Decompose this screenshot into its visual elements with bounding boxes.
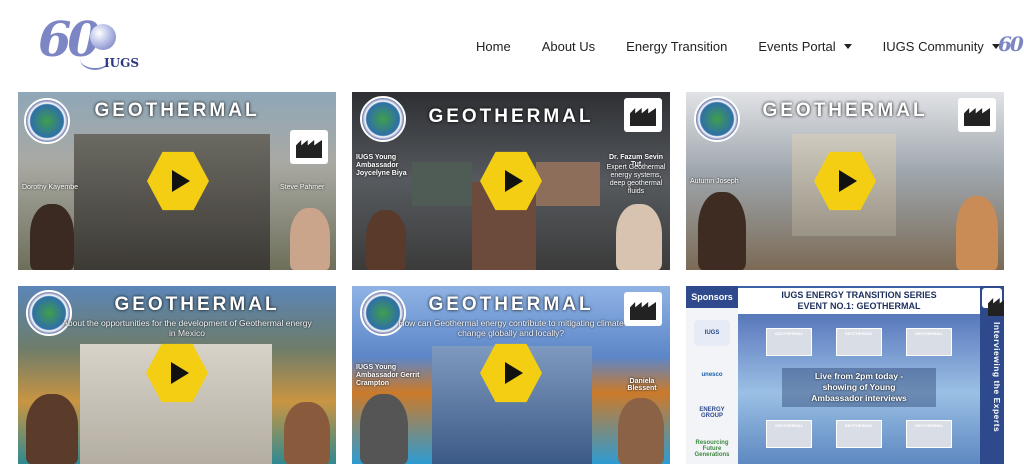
- video-card-2[interactable]: GEOTHERMAL IUGS Young Ambassador Joycely…: [352, 92, 670, 270]
- nav-iugs-community-label: IUGS Community: [882, 38, 984, 54]
- speaker-avatar: [26, 394, 78, 464]
- sponsors-column: Sponsors IUGS unesco ENERGY GROUP Resour…: [686, 286, 738, 464]
- video-card-5[interactable]: GEOTHERMAL How can Geothermal energy con…: [352, 286, 670, 464]
- speaker-name: Dorothy Kayembe: [22, 184, 79, 191]
- event-main-panel: IUGS ENERGY TRANSITION SERIES EVENT NO.1…: [738, 286, 980, 464]
- logo-iugs-text: IUGS: [104, 56, 139, 70]
- iugs-logo: IUGS: [694, 320, 730, 346]
- speaker-role: Expert Geothermal energy systems, deep g…: [606, 164, 666, 195]
- speaker-avatar: [30, 204, 74, 270]
- thumb-label: GEOTHERMAL: [844, 423, 874, 428]
- speaker-name: IUGS Young Ambassador Gerrit Crampton: [356, 364, 420, 387]
- sponsors-heading: Sponsors: [686, 286, 738, 308]
- event-title: IUGS ENERGY TRANSITION SERIES EVENT NO.1…: [738, 288, 980, 314]
- speaker-name: IUGS Young Ambassador Joycelyne Biya: [356, 154, 407, 177]
- resourcing-future-logo: Resourcing Future Generations: [694, 440, 730, 458]
- nav-about-us[interactable]: About Us: [542, 39, 595, 54]
- factory-icon: [290, 130, 328, 164]
- event-side-banner: Interviewing the Experts: [980, 286, 1004, 464]
- speaker-avatar: [698, 192, 746, 270]
- video-card-4[interactable]: GEOTHERMAL About the opportunities for t…: [18, 286, 336, 464]
- nav-iugs-community[interactable]: IUGS Community: [883, 39, 1000, 54]
- interview-thumbnail: GEOTHERMAL: [836, 420, 882, 448]
- interview-thumbnail: GEOTHERMAL: [766, 420, 812, 448]
- live-announcement: Live from 2pm today - showing of Young A…: [782, 368, 936, 407]
- video-title: GEOTHERMAL: [762, 100, 928, 121]
- factory-icon: [624, 292, 662, 326]
- factory-icon: [624, 98, 662, 132]
- interview-thumbnail: GEOTHERMAL: [906, 420, 952, 448]
- thumb-label: GEOTHERMAL: [914, 423, 944, 428]
- video-title: GEOTHERMAL: [114, 294, 280, 315]
- nav-events-portal[interactable]: Events Portal: [758, 38, 852, 54]
- factory-icon: [958, 98, 996, 132]
- play-icon: [505, 170, 523, 192]
- video-subtitle: About the opportunities for the developm…: [62, 318, 312, 338]
- nav-about-us-label: About Us: [541, 38, 596, 54]
- video-title: GEOTHERMAL: [94, 100, 260, 121]
- nav-home[interactable]: Home: [476, 39, 511, 54]
- thumb-label: GEOTHERMAL: [914, 331, 944, 336]
- site-header: 60 IUGS Home About Us Energy Transition …: [0, 0, 1024, 90]
- thumb-label: GEOTHERMAL: [774, 423, 804, 428]
- speaker-name: Autumn Joseph: [690, 178, 739, 185]
- nav-60-logo[interactable]: 60: [998, 32, 1024, 56]
- main-nav: Home About Us Energy Transition Events P…: [476, 36, 1024, 56]
- event-card[interactable]: Sponsors IUGS unesco ENERGY GROUP Resour…: [686, 286, 1004, 464]
- interview-thumbnail: GEOTHERMAL: [836, 328, 882, 356]
- speaker-avatar: [366, 210, 406, 270]
- event-title-line-1: IUGS ENERGY TRANSITION SERIES: [781, 290, 937, 300]
- video-card-1[interactable]: GEOTHERMAL Dorothy Kayembe Steve Pahmer: [18, 92, 336, 270]
- speaker-avatar: [616, 204, 662, 270]
- speaker-avatar: [956, 196, 998, 270]
- speaker-avatar: [618, 398, 664, 464]
- speaker-name: Steve Pahmer: [280, 184, 325, 191]
- chevron-down-icon: [843, 43, 852, 49]
- speaker-avatar: [284, 402, 330, 464]
- thumb-label: GEOTHERMAL: [844, 331, 874, 336]
- play-icon: [839, 170, 857, 192]
- image-thumbnail: [536, 162, 600, 206]
- interview-thumbnail: GEOTHERMAL: [766, 328, 812, 356]
- play-icon: [171, 362, 189, 384]
- speaker-avatar: [290, 208, 330, 270]
- factory-icon: [982, 288, 1002, 308]
- image-thumbnail: [412, 162, 472, 206]
- nav-home-label: Home: [476, 38, 511, 54]
- nav-events-portal-label: Events Portal: [758, 38, 836, 54]
- energy-group-logo: ENERGY GROUP: [699, 407, 725, 419]
- play-icon: [505, 362, 523, 384]
- video-subtitle: How can Geothermal energy contribute to …: [398, 318, 624, 338]
- live-line-3: Ambassador interviews: [811, 393, 907, 403]
- iugs-60-logo[interactable]: 60 IUGS: [38, 12, 139, 76]
- speaker-avatar: [360, 394, 408, 464]
- video-card-3[interactable]: GEOTHERMAL Autumn Joseph: [686, 92, 1004, 270]
- play-icon: [172, 170, 190, 192]
- unesco-logo: unesco: [701, 372, 723, 378]
- thumb-label: GEOTHERMAL: [774, 331, 804, 336]
- nav-energy-transition-label: Energy Transition: [626, 38, 728, 54]
- live-line-1: Live from 2pm today -: [814, 371, 904, 381]
- side-banner-text: Interviewing the Experts: [992, 322, 1002, 433]
- event-title-line-2: EVENT NO.1: GEOTHERMAL: [797, 301, 921, 311]
- live-line-2: showing of Young: [822, 382, 896, 392]
- speaker-name: Daniela Blessent: [627, 378, 657, 392]
- globe-icon: [90, 24, 116, 50]
- interview-thumbnail: GEOTHERMAL: [906, 328, 952, 356]
- video-title: GEOTHERMAL: [428, 106, 594, 127]
- nav-energy-transition[interactable]: Energy Transition: [626, 39, 727, 54]
- video-title: GEOTHERMAL: [428, 294, 594, 315]
